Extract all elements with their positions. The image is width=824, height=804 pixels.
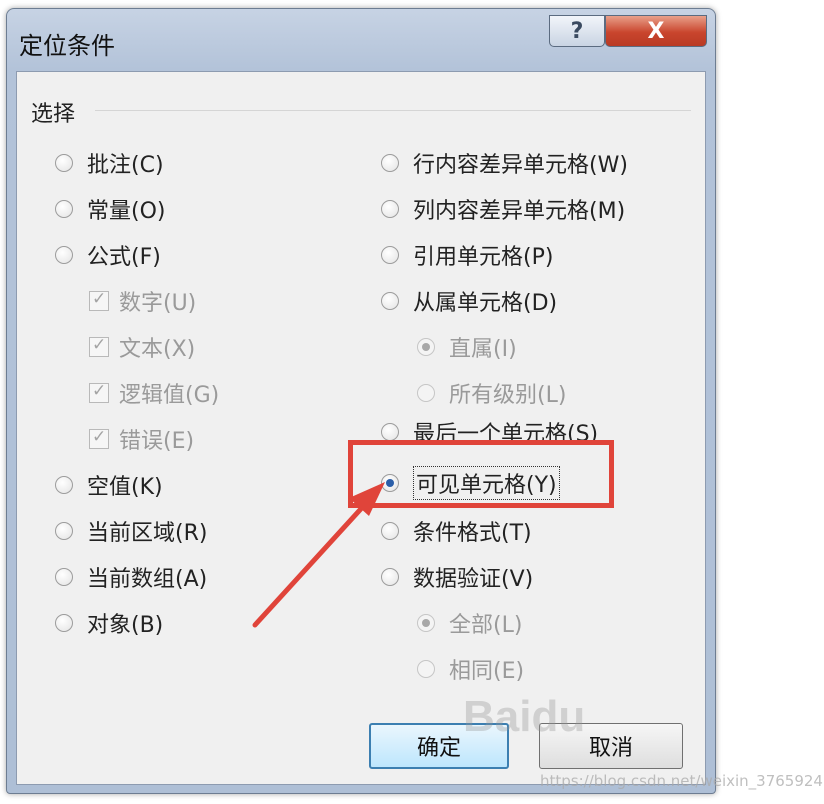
dialog-title: 定位条件 xyxy=(19,32,115,60)
csdn-watermark: https://blog.csdn.net/weixin_37659245 xyxy=(540,772,824,790)
close-button[interactable]: X xyxy=(605,15,707,47)
title-bar: 定位条件 ? X xyxy=(7,9,715,71)
help-icon: ? xyxy=(570,19,584,44)
help-button[interactable]: ? xyxy=(549,15,605,47)
baidu-watermark: Baidu xyxy=(463,692,586,741)
dialog-body: 选择 批注(C) 常量(O) 公式(F) 数字(U) 文本(X) 逻辑值(G) xyxy=(16,71,706,785)
go-to-special-dialog: 定位条件 ? X 选择 批注(C) 常量(O) 公式(F) 数字(U) xyxy=(6,8,716,794)
annotation-arrow-icon xyxy=(252,482,385,628)
close-icon: X xyxy=(647,19,665,44)
